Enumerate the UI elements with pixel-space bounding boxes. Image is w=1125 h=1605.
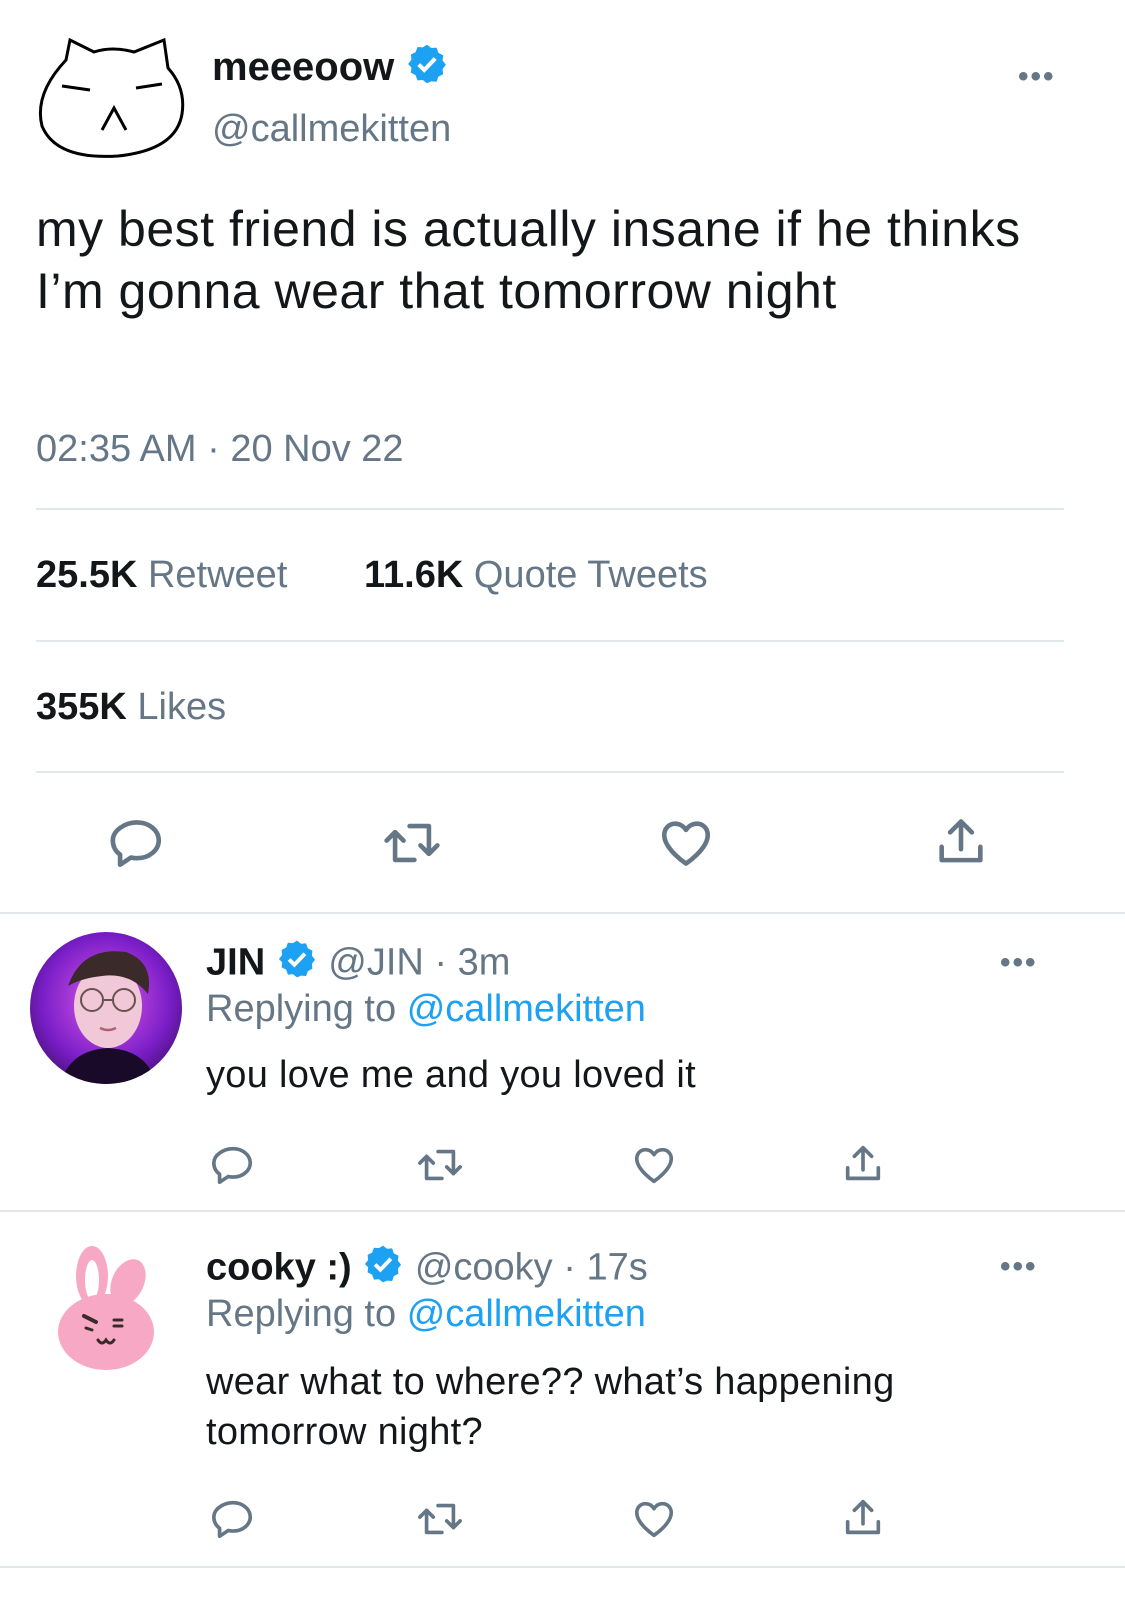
like-icon[interactable] [630, 1142, 678, 1188]
reply-time[interactable]: 17s [586, 1247, 647, 1289]
reply-text: you love me and you loved it [206, 1054, 697, 1096]
divider [0, 1566, 1125, 1568]
reply-icon[interactable] [210, 1142, 256, 1188]
reply-header: JIN @JIN · 3m [206, 938, 510, 991]
timestamp-separator: · [563, 1246, 576, 1289]
share-icon[interactable] [840, 1140, 886, 1188]
quote-stat[interactable]: 11.6K Quote Tweets [364, 552, 708, 598]
like-icon[interactable] [630, 1496, 678, 1542]
timestamp-separator: · [434, 941, 448, 984]
quote-label: Quote Tweets [473, 554, 708, 596]
verified-badge-icon [362, 1243, 404, 1296]
author-handle[interactable]: @callmekitten [212, 106, 451, 152]
retweet-icon[interactable] [414, 1496, 466, 1542]
like-icon[interactable] [656, 814, 716, 872]
divider [36, 640, 1064, 642]
replying-label: Replying to [206, 1293, 397, 1335]
more-horizontal-icon[interactable]: ••• [1000, 948, 1038, 978]
divider [36, 508, 1064, 510]
retweet-label: Retweet [147, 554, 288, 596]
replying-handle-link[interactable]: @callmekitten [407, 988, 646, 1030]
author-handle[interactable]: @cooky [415, 1247, 553, 1289]
display-name[interactable]: meeeoow [212, 45, 394, 89]
share-icon[interactable] [840, 1494, 886, 1542]
retweet-icon[interactable] [380, 814, 444, 872]
replying-handle-link[interactable]: @callmekitten [407, 1293, 646, 1335]
divider [0, 912, 1125, 914]
avatar[interactable] [30, 932, 182, 1084]
reply-icon[interactable] [210, 1496, 256, 1542]
avatar[interactable] [52, 1244, 162, 1374]
retweet-icon[interactable] [414, 1142, 466, 1188]
reply-text: wear what to where?? what’s happening to… [206, 1361, 895, 1453]
replying-label: Replying to [206, 988, 397, 1030]
verified-badge-icon [276, 938, 318, 991]
tweet-text: my best friend is actually insane if he … [36, 201, 1021, 319]
reply-header: cooky :) @cooky · 17s [206, 1243, 648, 1296]
verified-badge-icon [405, 42, 449, 97]
display-name[interactable]: JIN [206, 942, 265, 984]
tweet-date: 20 Nov 22 [230, 428, 404, 470]
likes-count: 355K [36, 686, 127, 728]
reply-icon[interactable] [108, 814, 166, 872]
avatar[interactable] [36, 37, 188, 162]
tweet-timestamp[interactable]: 02:35 AM · 20 Nov 22 [36, 426, 404, 472]
more-horizontal-icon[interactable]: ••• [1018, 62, 1056, 92]
retweet-count: 25.5K [36, 554, 138, 596]
replying-to: Replying to @callmekitten [206, 1291, 646, 1337]
display-name[interactable]: cooky :) [206, 1247, 352, 1289]
more-horizontal-icon[interactable]: ••• [1000, 1252, 1038, 1282]
share-icon[interactable] [932, 812, 990, 872]
divider [0, 1210, 1125, 1212]
reply-time[interactable]: 3m [458, 942, 511, 984]
author-name-row: meeeoow [212, 42, 449, 97]
quote-count: 11.6K [364, 554, 464, 596]
replying-to: Replying to @callmekitten [206, 986, 646, 1032]
author-handle[interactable]: @JIN [328, 942, 424, 984]
tweet-time: 02:35 AM [36, 428, 197, 470]
likes-label: Likes [137, 686, 227, 728]
likes-stat[interactable]: 355K Likes [36, 684, 226, 730]
timestamp-separator: · [207, 428, 220, 470]
retweet-stat[interactable]: 25.5K Retweet [36, 552, 287, 598]
divider [36, 771, 1064, 773]
